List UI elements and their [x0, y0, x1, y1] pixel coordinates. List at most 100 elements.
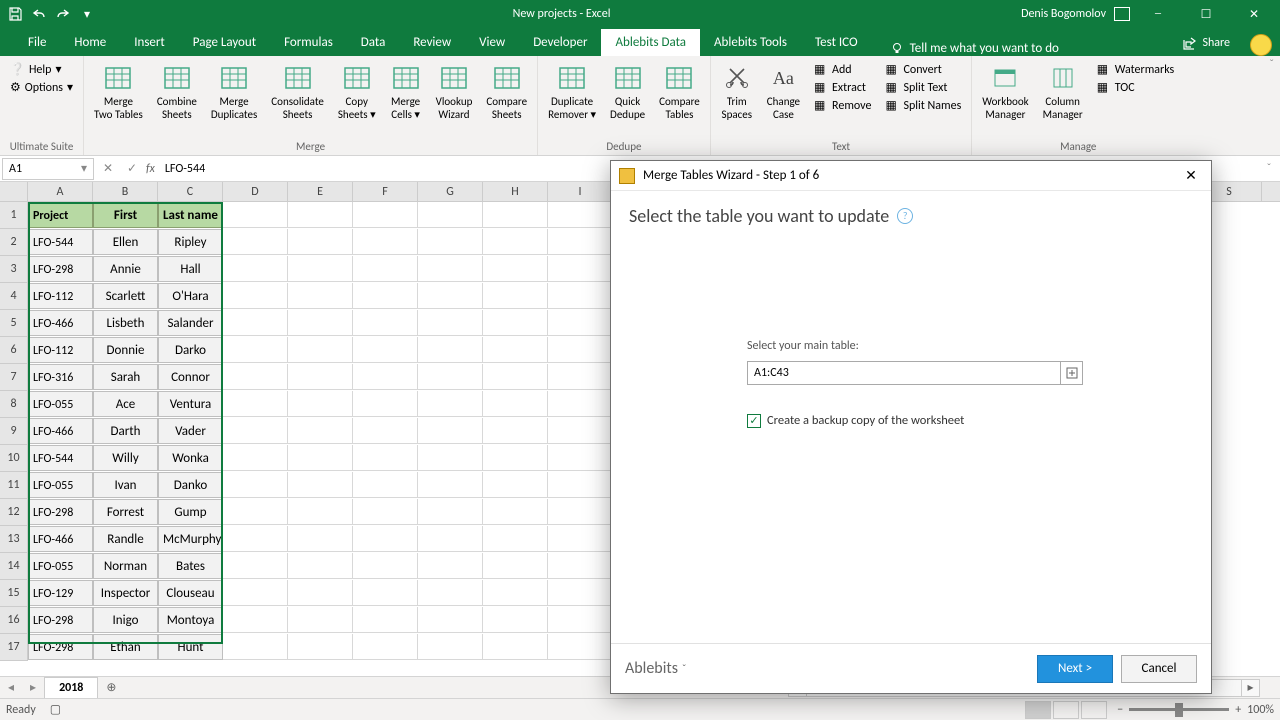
empty-cell[interactable]: [548, 553, 613, 579]
empty-cell[interactable]: [288, 445, 353, 471]
fx-icon[interactable]: fx: [146, 162, 155, 176]
undo-icon[interactable]: [28, 3, 50, 25]
empty-cell[interactable]: [288, 364, 353, 390]
page-break-view-button[interactable]: [1081, 701, 1107, 719]
change-case-button[interactable]: Aa ChangeCase: [763, 60, 804, 139]
tab-view[interactable]: View: [465, 29, 519, 56]
data-cell[interactable]: Darko: [158, 337, 223, 363]
empty-cell[interactable]: [288, 634, 353, 660]
data-cell[interactable]: Scarlett: [93, 283, 158, 309]
dedupe-btn-1[interactable]: QuickDedupe: [606, 60, 649, 139]
empty-cell[interactable]: [483, 634, 548, 660]
empty-cell[interactable]: [548, 418, 613, 444]
column-header[interactable]: H: [483, 182, 548, 201]
empty-cell[interactable]: [223, 310, 288, 336]
empty-cell[interactable]: [483, 499, 548, 525]
data-cell[interactable]: Willy: [93, 445, 158, 471]
macro-record-icon[interactable]: ▢: [50, 702, 61, 717]
row-header[interactable]: 7: [0, 364, 28, 391]
row-header[interactable]: 5: [0, 310, 28, 337]
empty-cell[interactable]: [418, 580, 483, 606]
page-layout-view-button[interactable]: [1053, 701, 1079, 719]
data-cell[interactable]: Danko: [158, 472, 223, 498]
data-cell[interactable]: O'Hara: [158, 283, 223, 309]
row-header[interactable]: 14: [0, 553, 28, 580]
data-cell[interactable]: Salander: [158, 310, 223, 336]
expand-formula-icon[interactable]: ˇ: [1258, 162, 1280, 176]
empty-cell[interactable]: [353, 499, 418, 525]
data-cell[interactable]: Inigo: [93, 607, 158, 633]
column-header[interactable]: E: [288, 182, 353, 201]
empty-cell[interactable]: [223, 364, 288, 390]
empty-cell[interactable]: [353, 472, 418, 498]
column-header[interactable]: C: [158, 182, 223, 201]
tab-page-layout[interactable]: Page Layout: [179, 29, 270, 56]
close-button[interactable]: ✕: [1234, 0, 1274, 28]
data-cell[interactable]: LFO-316: [28, 364, 93, 390]
empty-cell[interactable]: [418, 337, 483, 363]
column-header[interactable]: I: [548, 182, 613, 201]
data-cell[interactable]: Ventura: [158, 391, 223, 417]
empty-cell[interactable]: [223, 526, 288, 552]
empty-cell[interactable]: [223, 472, 288, 498]
text-splitnames[interactable]: ▦Split Names: [885, 98, 961, 113]
row-header[interactable]: 8: [0, 391, 28, 418]
empty-cell[interactable]: [548, 472, 613, 498]
empty-cell[interactable]: [483, 472, 548, 498]
empty-cell[interactable]: [288, 526, 353, 552]
empty-cell[interactable]: [548, 310, 613, 336]
data-cell[interactable]: LFO-112: [28, 337, 93, 363]
tab-ablebits-data[interactable]: Ablebits Data: [601, 29, 700, 56]
merge-btn-4[interactable]: CopySheets ▾: [334, 60, 380, 139]
empty-cell[interactable]: [223, 580, 288, 606]
empty-cell[interactable]: [483, 607, 548, 633]
empty-cell[interactable]: [353, 526, 418, 552]
text-splittext[interactable]: ▦Split Text: [885, 80, 961, 95]
data-cell[interactable]: Bates: [158, 553, 223, 579]
tab-formulas[interactable]: Formulas: [270, 29, 347, 56]
new-sheet-button[interactable]: ⊕: [106, 680, 116, 695]
column-header[interactable]: A: [28, 182, 93, 201]
empty-cell[interactable]: [223, 202, 288, 228]
tab-data[interactable]: Data: [347, 29, 400, 56]
dedupe-btn-0[interactable]: DuplicateRemover ▾: [544, 60, 600, 139]
trim-spaces-button[interactable]: TrimSpaces: [717, 60, 757, 139]
maximize-button[interactable]: ☐: [1186, 0, 1226, 28]
empty-cell[interactable]: [418, 391, 483, 417]
data-cell[interactable]: Vader: [158, 418, 223, 444]
user-name[interactable]: Denis Bogomolov: [1021, 7, 1106, 21]
row-header[interactable]: 16: [0, 607, 28, 634]
text-remove[interactable]: ▦Remove: [814, 98, 871, 113]
range-picker-button[interactable]: [1060, 362, 1082, 384]
empty-cell[interactable]: [483, 202, 548, 228]
zoom-level[interactable]: 100%: [1247, 703, 1274, 717]
column-header[interactable]: G: [418, 182, 483, 201]
empty-cell[interactable]: [548, 391, 613, 417]
empty-cell[interactable]: [353, 229, 418, 255]
name-box[interactable]: A1▾: [2, 158, 94, 180]
options-dropdown[interactable]: ⚙Options ▾: [10, 80, 73, 95]
empty-cell[interactable]: [223, 391, 288, 417]
header-cell[interactable]: Project: [28, 202, 93, 228]
column-header[interactable]: F: [353, 182, 418, 201]
merge-btn-5[interactable]: MergeCells ▾: [386, 60, 426, 139]
header-cell[interactable]: First name: [93, 202, 158, 228]
data-cell[interactable]: Hunt: [158, 634, 223, 660]
column-manager-button[interactable]: ColumnManager: [1039, 60, 1087, 139]
data-cell[interactable]: LFO-112: [28, 283, 93, 309]
data-cell[interactable]: Montoya: [158, 607, 223, 633]
account-icon[interactable]: [1114, 7, 1130, 21]
workbook-manager-button[interactable]: WorkbookManager: [978, 60, 1032, 139]
empty-cell[interactable]: [288, 256, 353, 282]
data-cell[interactable]: Sarah: [93, 364, 158, 390]
empty-cell[interactable]: [288, 337, 353, 363]
merge-btn-0[interactable]: MergeTwo Tables: [90, 60, 147, 139]
tab-review[interactable]: Review: [399, 29, 465, 56]
empty-cell[interactable]: [288, 310, 353, 336]
empty-cell[interactable]: [353, 337, 418, 363]
empty-cell[interactable]: [223, 634, 288, 660]
cancel-formula-icon[interactable]: ✕: [96, 158, 120, 180]
next-button[interactable]: Next >: [1037, 655, 1113, 683]
row-header[interactable]: 4: [0, 283, 28, 310]
empty-cell[interactable]: [418, 472, 483, 498]
